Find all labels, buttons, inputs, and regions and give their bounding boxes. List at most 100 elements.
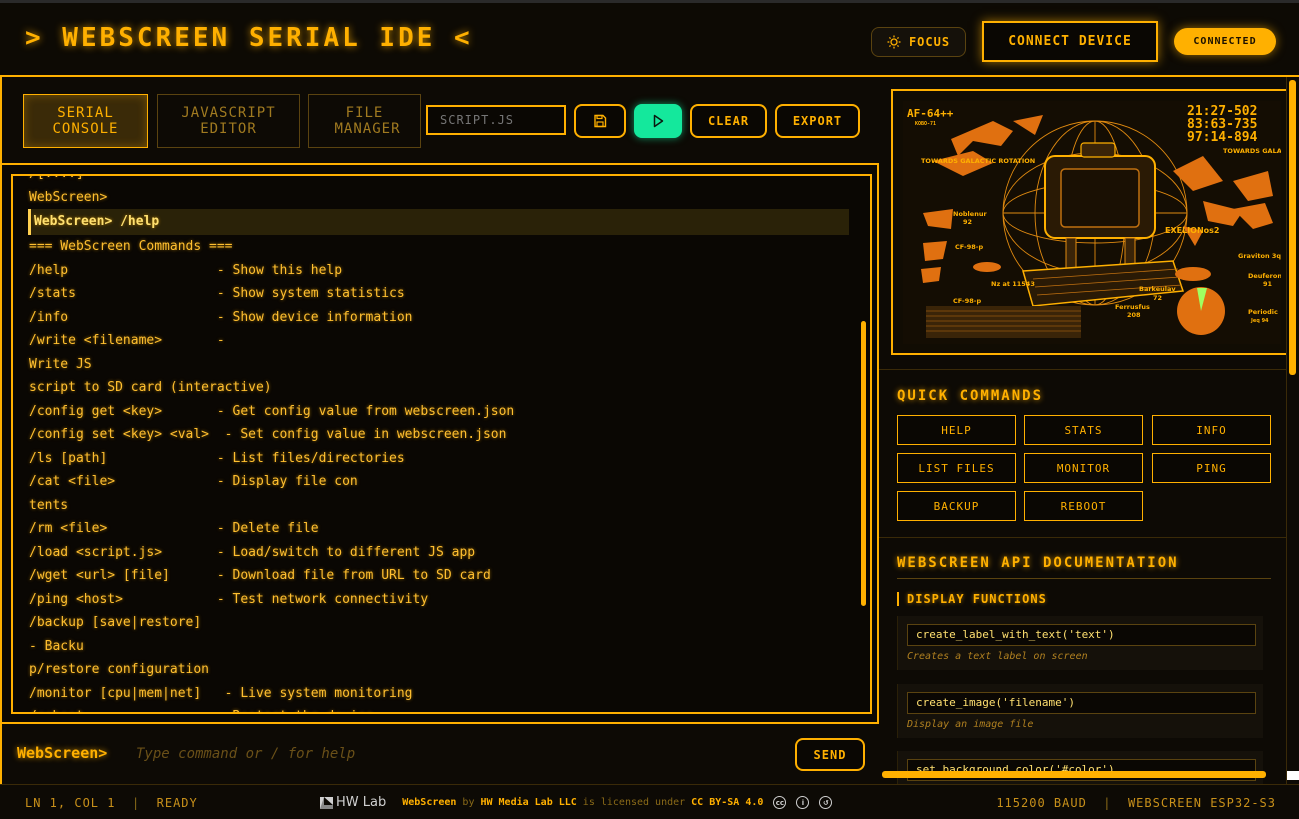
license-text: by [462,797,475,808]
screen-clock-3: 97:14-894 [1187,130,1258,145]
toolbar: SERIAL CONSOLE JAVASCRIPT EDITOR FILE MA… [2,77,879,165]
quick-stats-button[interactable]: STATS [1024,415,1143,445]
screen-label: KOBO-71 [915,121,936,127]
console-line: WebScreen> /help [28,209,849,235]
status-left: LN 1, COL 1 | READY [25,796,198,810]
screen-label: Deuferon [1248,272,1281,280]
console-line: /[....] [29,176,849,186]
device-screen-image: AF-64++ KOBO-71 21:27-502 83:63-735 97:1… [903,101,1299,344]
console-line: Write JS [29,356,92,372]
console-line: /ls [path] - List files/directories [29,450,405,466]
license-org[interactable]: HW Media Lab LLC [480,797,576,808]
focus-button[interactable]: FOCUS [871,27,966,57]
quick-monitor-button[interactable]: MONITOR [1024,453,1143,483]
serial-console-output[interactable]: /[....] WebScreen> WebScreen> /help === Web… [11,174,872,714]
command-input[interactable] [132,740,772,768]
screen-label: 208 [1127,311,1141,319]
status-bar: LN 1, COL 1 | READY HW Lab WebScreen by … [0,784,1299,819]
screen-label: EXELIONos2 [1165,226,1220,235]
console-line: /write <filename> - [29,333,225,348]
license-product[interactable]: WebScreen [402,797,456,808]
device-screen-preview: AF-64++ KOBO-71 21:27-502 83:63-735 97:1… [891,89,1299,355]
export-button[interactable]: EXPORT [775,104,860,138]
sun-icon [887,35,901,49]
screen-label: Barkeulav [1139,285,1176,293]
quick-info-button[interactable]: INFO [1152,415,1271,445]
screen-label: 92 [963,218,972,226]
filename-input[interactable] [426,105,566,135]
cc-icon: cc [773,796,787,809]
quick-backup-button[interactable]: BACKUP [897,491,1016,521]
screen-label: Periodic [1248,308,1278,316]
screen-label: 91 [1263,280,1273,288]
save-button[interactable] [574,104,626,138]
api-item[interactable]: set_background_color('#color') [897,751,1263,784]
focus-label: FOCUS [908,35,951,49]
console-line: /rm <file> - Delete file [29,521,319,536]
console-line: /wget <url> [file] - Download file from … [29,568,491,583]
play-icon [653,114,664,128]
screen-label: Ferrusfus [1115,303,1150,311]
console-line: WebScreen> [29,189,108,205]
save-icon [594,114,607,128]
tab-label: JAVASCRIPT EDITOR [181,105,276,137]
tab-file-manager[interactable]: FILE MANAGER [308,94,421,148]
status-right: 115200 BAUD | WEBSCREEN ESP32-S3 [996,796,1276,810]
console-line: /cat <file> - Display file con [29,474,358,489]
side-panel-scrollbar[interactable] [1289,80,1296,375]
command-prompt: WebScreen> [17,744,108,762]
connection-status-badge: CONNECTED [1174,28,1276,55]
quick-commands-title: QUICK COMMANDS [897,388,1044,404]
console-line: p/restore configuration [29,662,210,677]
screen-label: Noblenur [953,210,987,218]
hw-lab-text: HW Lab [336,795,387,810]
side-panel: AF-64++ KOBO-71 21:27-502 83:63-735 97:1… [879,77,1299,784]
api-description: Creates a text label on screen [907,651,1088,662]
baud-rate: 115200 BAUD [996,796,1087,810]
api-docs-section: WEBSCREEN API DOCUMENTATION DISPLAY FUNC… [879,537,1288,784]
run-button[interactable] [634,104,682,138]
console-line: tents [29,497,69,513]
quick-commands-section: QUICK COMMANDS HELP STATS INFO LIST FILE… [879,369,1288,537]
horizontal-scrollbar[interactable] [882,771,1266,778]
tab-javascript-editor[interactable]: JAVASCRIPT EDITOR [157,94,300,148]
connect-device-button[interactable]: CONNECT DEVICE [982,21,1158,62]
quick-ping-button[interactable]: PING [1152,453,1271,483]
cursor-position: LN 1, COL 1 [25,796,116,810]
device-name: WEBSCREEN ESP32-S3 [1127,796,1276,810]
quick-reboot-button[interactable]: REBOOT [1024,491,1143,521]
api-description: Display an image file [907,719,1034,730]
screen-label: CF-98-p [955,243,983,251]
app-header: > WEBSCREEN SERIAL IDE < FOCUS CONNECT D… [0,0,1299,77]
console-line: /ping <host> - Test network connectivity [29,591,429,607]
clear-button[interactable]: CLEAR [690,104,767,138]
tab-label: FILE MANAGER [334,105,401,137]
api-section-heading: DISPLAY FUNCTIONS [897,592,1047,606]
sa-icon: ↺ [819,796,833,809]
quick-help-button[interactable]: HELP [897,415,1016,445]
console-line: /config set <key> <val> - Set config val… [29,427,507,442]
quick-list-files-button[interactable]: LIST FILES [897,453,1016,483]
console-line: /load <script.js> - Load/switch to diffe… [29,544,476,560]
screen-label: AF-64++ [907,107,954,120]
license-notice: HW Lab WebScreen by HW Media Lab LLC is … [320,795,833,810]
console-line: /stats - Show system statistics [29,286,405,301]
screen-label: Nz at 11543 [991,280,1035,288]
console-line: /info - Show device information [29,309,413,325]
api-item[interactable]: create_image('filename') Display an imag… [897,684,1263,738]
api-docs-title: WEBSCREEN API DOCUMENTATION [897,555,1179,571]
send-button[interactable]: SEND [795,738,865,771]
api-item[interactable]: create_label_with_text('text') Creates a… [897,616,1263,670]
screen-label: CF-98-p [953,297,981,305]
screen-label: Graviton 3q [1238,252,1281,260]
hw-lab-logo: HW Lab [320,795,386,810]
license-name[interactable]: CC BY-SA 4.0 [691,797,763,808]
screen-label: 72 [1153,294,1162,302]
console-line: - Backu [29,638,84,654]
tab-serial-console[interactable]: SERIAL CONSOLE [23,94,148,148]
hw-lab-icon [320,796,333,809]
console-lines: /[....] WebScreen> WebScreen> /help === Web… [28,176,849,712]
console-scrollbar[interactable] [861,321,866,606]
by-icon: i [796,796,810,809]
scrollbar-corner [1287,771,1299,780]
